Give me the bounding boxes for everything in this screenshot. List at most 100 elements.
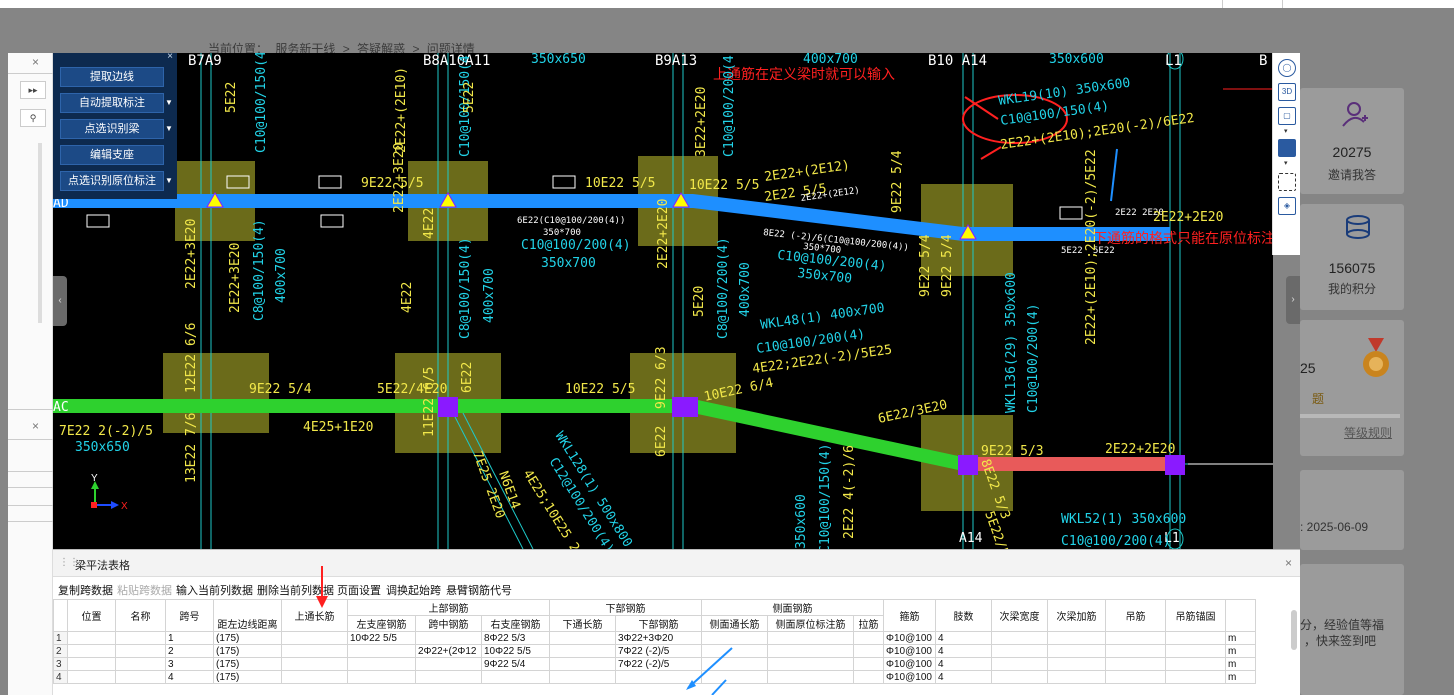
table-cell[interactable]: m <box>1225 657 1256 671</box>
chevron-down-icon[interactable]: ▼ <box>163 119 175 139</box>
table-cell[interactable]: (175) <box>213 631 282 645</box>
table-cell[interactable] <box>1047 670 1106 684</box>
table-cell[interactable]: 9Φ22 5/4 <box>481 657 550 671</box>
table-cell[interactable] <box>1165 657 1226 671</box>
table-cell[interactable]: 10Φ22 5/5 <box>481 644 550 658</box>
auto-extract-label-button[interactable]: 自动提取标注 <box>60 93 164 113</box>
table-cell[interactable] <box>1105 631 1166 645</box>
table-cell[interactable]: 4 <box>935 657 992 671</box>
table-cell[interactable] <box>415 670 482 684</box>
left-collapse-tab[interactable]: ‹ <box>53 276 67 326</box>
beam-table[interactable]: 位置 名称 跨号 距左边线距离 上通长筋 上部钢筋 下部钢筋 侧面钢筋 箍筋 肢… <box>53 599 1256 684</box>
paste-span-button[interactable]: 粘贴跨数据 <box>117 582 172 598</box>
table-cell[interactable] <box>853 644 884 658</box>
table-cell[interactable] <box>1105 644 1166 658</box>
table-cell[interactable]: 4 <box>935 631 992 645</box>
table-cell[interactable] <box>1105 657 1166 671</box>
table-cell[interactable] <box>115 644 166 658</box>
table-cell[interactable] <box>853 670 884 684</box>
table-cell[interactable] <box>281 631 348 645</box>
table-cell[interactable]: Φ10@100 <box>883 670 936 684</box>
chevron-down-icon[interactable]: ▼ <box>163 171 175 191</box>
row-number[interactable]: 4 <box>53 670 68 684</box>
table-cell[interactable] <box>281 670 348 684</box>
table-cell[interactable]: 4 <box>165 670 214 684</box>
table-cell[interactable] <box>67 670 116 684</box>
cube-icon[interactable]: ▢ <box>1278 107 1296 125</box>
points-card[interactable]: 156075 我的积分 <box>1300 204 1404 310</box>
edit-support-button[interactable]: 编辑支座 <box>60 145 164 165</box>
table-cell[interactable] <box>853 657 884 671</box>
table-cell[interactable]: Φ10@100 <box>883 657 936 671</box>
table-cell[interactable] <box>415 631 482 645</box>
table-row[interactable]: 4 4 (175) Φ10@100 4 m <box>53 670 1256 684</box>
pick-identify-inplace-label-button[interactable]: 点选识别原位标注 <box>60 171 164 191</box>
table-cell[interactable] <box>347 657 416 671</box>
table-cell[interactable] <box>549 631 616 645</box>
3d-icon[interactable]: 3D <box>1278 83 1296 101</box>
row-number[interactable]: 3 <box>53 657 68 671</box>
cad-viewport[interactable]: Y X B7A9B8A10A11B9A13B10 A14L1BADACABA14… <box>53 53 1273 549</box>
table-row[interactable]: 2 2 (175) 2Φ22+(2Φ12 10Φ22 5/5 7Φ22 (-2)/5 Φ10… <box>53 644 1256 658</box>
close-icon[interactable]: × <box>1285 556 1292 570</box>
scrollbar[interactable] <box>38 143 42 323</box>
table-cell[interactable] <box>991 644 1048 658</box>
table-cell[interactable]: 10Φ22 5/5 <box>347 631 416 645</box>
table-cell[interactable]: 1 <box>165 631 214 645</box>
cantilever-code-button[interactable]: 悬臂钢筋代号 <box>446 582 512 598</box>
close-icon[interactable]: × <box>167 51 173 62</box>
axis-icon[interactable]: ◈ <box>1278 197 1296 215</box>
table-cell[interactable] <box>115 631 166 645</box>
table-cell[interactable]: 2 <box>165 644 214 658</box>
table-row[interactable]: 1 1 (175) 10Φ22 5/5 8Φ22 5/3 3Φ22+3Φ20 Φ10@100… <box>53 631 1256 645</box>
orbit-icon[interactable]: ◯ <box>1278 59 1296 77</box>
table-cell[interactable] <box>67 657 116 671</box>
chevron-down-icon[interactable]: ▾ <box>1284 127 1288 135</box>
table-cell[interactable]: m <box>1225 631 1256 645</box>
table-cell[interactable] <box>991 631 1048 645</box>
table-cell[interactable]: 4 <box>935 644 992 658</box>
right-collapse-tab[interactable]: › <box>1286 276 1300 324</box>
table-cell[interactable] <box>1165 631 1226 645</box>
table-cell[interactable] <box>1047 631 1106 645</box>
table-cell[interactable] <box>281 644 348 658</box>
table-cell[interactable]: Φ10@100 <box>883 631 936 645</box>
table-cell[interactable]: (175) <box>213 670 282 684</box>
table-cell[interactable]: (175) <box>213 657 282 671</box>
table-cell[interactable] <box>767 670 854 684</box>
expand-icon[interactable]: ▸▸ <box>20 81 46 99</box>
table-cell[interactable] <box>1105 670 1166 684</box>
table-cell[interactable] <box>1165 644 1226 658</box>
table-cell[interactable] <box>481 670 550 684</box>
table-cell[interactable] <box>115 670 166 684</box>
table-cell[interactable] <box>1047 657 1106 671</box>
row-number[interactable]: 2 <box>53 644 68 658</box>
extract-edge-button[interactable]: 提取边线 <box>60 67 164 87</box>
table-cell[interactable] <box>1165 670 1226 684</box>
copy-span-button[interactable]: 复制跨数据 <box>58 582 113 598</box>
table-cell[interactable] <box>415 657 482 671</box>
table-cell[interactable] <box>767 644 854 658</box>
row-number[interactable]: 1 <box>53 631 68 645</box>
page-setup-button[interactable]: 页面设置 <box>337 582 381 598</box>
table-cell[interactable]: 3 <box>165 657 214 671</box>
table-cell[interactable] <box>549 657 616 671</box>
table-cell[interactable]: 8Φ22 5/3 <box>481 631 550 645</box>
swap-start-span-button[interactable]: 调换起始跨 <box>386 582 441 598</box>
table-cell[interactable]: m <box>1225 670 1256 684</box>
search-icon[interactable]: ⚲ <box>20 109 46 127</box>
chevron-down-icon[interactable]: ▾ <box>1284 159 1288 167</box>
table-cell[interactable] <box>549 670 616 684</box>
pick-identify-beam-button[interactable]: 点选识别梁 <box>60 119 164 139</box>
chevron-down-icon[interactable]: ▼ <box>163 93 175 113</box>
table-cell[interactable] <box>347 644 416 658</box>
table-cell[interactable]: m <box>1225 644 1256 658</box>
table-cell[interactable] <box>549 644 616 658</box>
table-cell[interactable] <box>767 631 854 645</box>
table-cell[interactable] <box>991 657 1048 671</box>
table-cell[interactable] <box>115 657 166 671</box>
table-cell[interactable] <box>67 631 116 645</box>
table-row[interactable]: 3 3 (175) 9Φ22 5/4 7Φ22 (-2)/5 Φ10@100 4 m <box>53 657 1256 671</box>
scrollbar[interactable] <box>1291 610 1297 650</box>
table-cell[interactable]: Φ10@100 <box>883 644 936 658</box>
